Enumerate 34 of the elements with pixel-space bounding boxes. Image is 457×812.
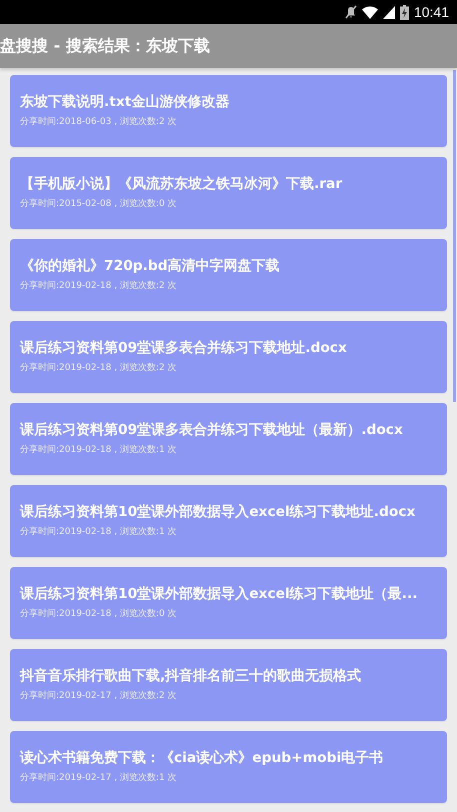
result-card[interactable]: 课后练习资料第10堂课外部数据导入excel练习下载地址.docx 分享时间:2019-02-18 , 浏览次数:1 次 — [10, 485, 447, 557]
signal-icon — [382, 6, 395, 18]
result-title: 课后练习资料第10堂课外部数据导入excel练习下载地址（最... — [20, 584, 418, 604]
page-title: 盘搜搜 - 搜索结果：东坡下载 — [0, 36, 210, 56]
result-title: 读心术书籍免费下载：《cia读心术》epub+mobi电子书 — [20, 748, 384, 768]
result-meta: 分享时间:2015-02-08 , 浏览次数:0 次 — [20, 198, 178, 210]
result-meta: 分享时间:2019-02-18 , 浏览次数:1 次 — [20, 444, 178, 456]
result-card[interactable]: 东坡下载说明.txt金山游侠修改器 分享时间:2018-06-03 , 浏览次数:2 次 — [10, 75, 447, 147]
result-card[interactable]: 课后练习资料第09堂课多表合并练习下载地址（最新）.docx 分享时间:2019-02-18 , 浏览次数:1 次 — [10, 403, 447, 475]
result-card[interactable]: 《你的婚礼》720p.bd高清中字网盘下载 分享时间:2019-02-18 , 浏览次数:2 次 — [10, 239, 447, 311]
result-card[interactable]: 【手机版小说】《风流苏东坡之铁马冰河》下载.rar 分享时间:2015-02-08 , 浏览次数:0 次 — [10, 157, 447, 229]
result-title: 课后练习资料第09堂课多表合并练习下载地址.docx — [20, 339, 348, 358]
result-meta: 分享时间:2019-02-18 , 浏览次数:2 次 — [20, 280, 178, 292]
result-card[interactable]: 抖音音乐排行歌曲下载,抖音排名前三十的歌曲无损格式 分享时间:2019-02-17 , 浏览次数:2 次 — [10, 649, 447, 721]
result-card[interactable]: 读心术书籍免费下载：《cia读心术》epub+mobi电子书 分享时间:2019-02-17 , 浏览次数:1 次 — [10, 731, 447, 803]
scrollbar[interactable] — [453, 70, 456, 402]
result-card[interactable]: 课后练习资料第10堂课外部数据导入excel练习下载地址（最... 分享时间:2019-02-18 , 浏览次数:0 次 — [10, 567, 447, 639]
result-title: 课后练习资料第09堂课多表合并练习下载地址（最新）.docx — [20, 420, 404, 440]
wifi-icon — [362, 6, 378, 18]
result-meta: 分享时间:2019-02-18 , 浏览次数:0 次 — [20, 608, 178, 620]
result-meta: 分享时间:2018-06-03 , 浏览次数:2 次 — [20, 116, 178, 128]
mute-icon — [344, 5, 357, 19]
result-meta: 分享时间:2019-02-18 , 浏览次数:2 次 — [20, 362, 178, 374]
battery-icon — [400, 4, 409, 20]
result-meta: 分享时间:2019-02-17 , 浏览次数:1 次 — [20, 772, 178, 784]
result-title: 东坡下载说明.txt金山游侠修改器 — [20, 93, 230, 112]
result-title: 【手机版小说】《风流苏东坡之铁马冰河》下载.rar — [20, 174, 344, 194]
result-title: 课后练习资料第10堂课外部数据导入excel练习下载地址.docx — [20, 502, 416, 522]
result-card[interactable]: 课后练习资料第09堂课多表合并练习下载地址.docx 分享时间:2019-02-18 , 浏览次数:2 次 — [10, 321, 447, 393]
status-time: 10:41 — [414, 4, 449, 20]
result-title: 抖音音乐排行歌曲下载,抖音排名前三十的歌曲无损格式 — [20, 666, 362, 686]
result-title: 《你的婚礼》720p.bd高清中字网盘下载 — [20, 256, 281, 276]
result-meta: 分享时间:2019-02-17 , 浏览次数:2 次 — [20, 690, 178, 702]
result-meta: 分享时间:2019-02-18 , 浏览次数:1 次 — [20, 526, 178, 538]
